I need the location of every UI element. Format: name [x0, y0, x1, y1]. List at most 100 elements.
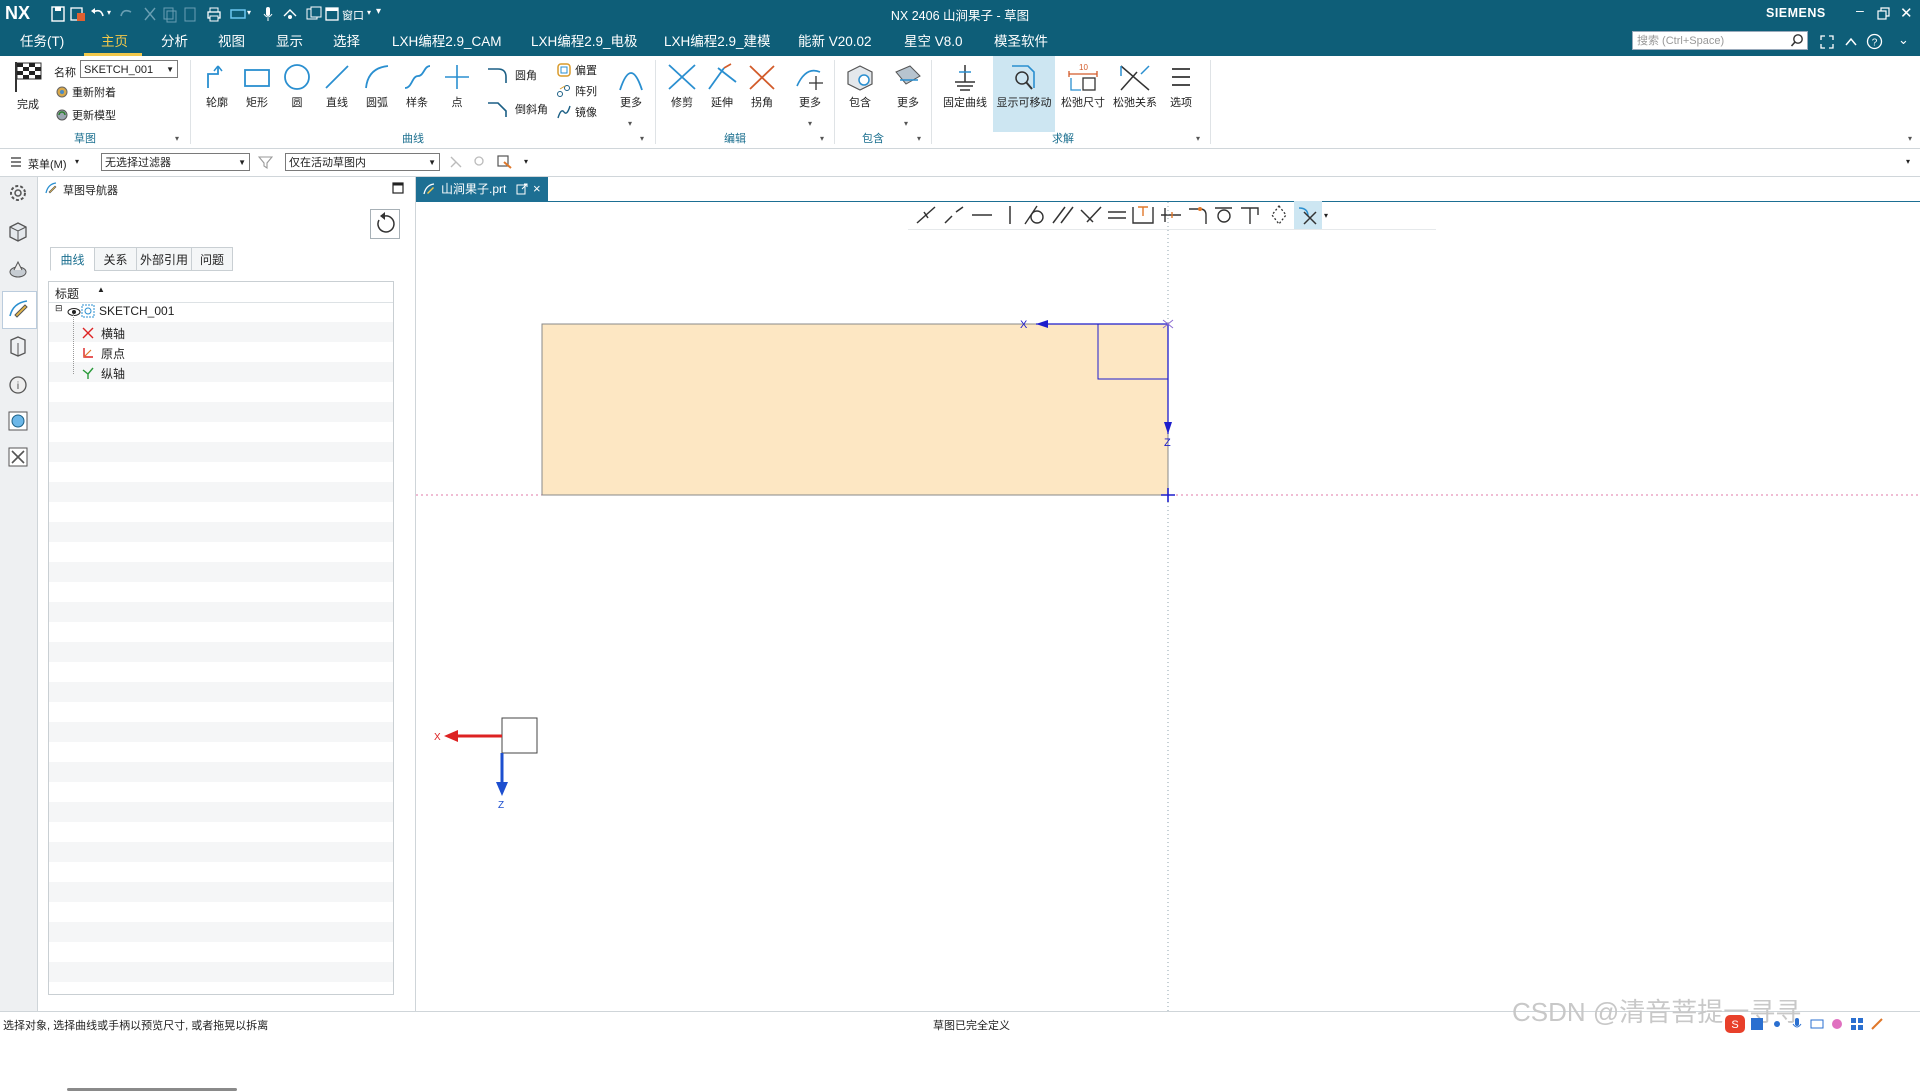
sketch-group-expand-icon[interactable]: ▾: [175, 134, 179, 143]
tab-relations[interactable]: 关系: [94, 247, 137, 271]
sketch-name-select[interactable]: SKETCH_001 ▼: [80, 60, 178, 78]
include-group-expand-icon[interactable]: ▾: [917, 134, 921, 143]
constraint-navigator-icon[interactable]: [6, 334, 30, 358]
tab-mosheng[interactable]: 模圣软件: [994, 28, 1048, 56]
offset-button[interactable]: 偏置: [556, 62, 597, 78]
ime-settings-icon[interactable]: [1870, 1017, 1884, 1031]
punctuation-icon[interactable]: [1770, 1017, 1784, 1031]
menu-button[interactable]: 菜单(M): [28, 156, 67, 172]
tab-lxh-modeling[interactable]: LXH编程2.9_建模: [664, 28, 771, 56]
help-icon[interactable]: ?: [1866, 33, 1883, 50]
tab-problems[interactable]: 问题: [191, 247, 233, 271]
fullscreen-icon[interactable]: [1819, 34, 1835, 50]
maximize-panel-icon[interactable]: [392, 182, 404, 194]
refresh-button[interactable]: [370, 209, 400, 239]
tab-view[interactable]: 视图: [218, 28, 245, 56]
curve-more-dropdown-icon[interactable]: ▾: [628, 119, 632, 128]
spline-button[interactable]: 样条: [400, 62, 434, 110]
fix-curve-button[interactable]: 固定曲线: [940, 62, 990, 110]
skin-icon[interactable]: [1830, 1017, 1844, 1031]
deselect-icon[interactable]: [472, 154, 488, 170]
solve-group-expand-icon[interactable]: ▾: [1196, 134, 1200, 143]
line-button[interactable]: 直线: [320, 62, 354, 110]
chinese-mode-icon[interactable]: [1750, 1017, 1764, 1031]
close-tab-icon[interactable]: ×: [533, 177, 541, 201]
tab-external-refs[interactable]: 外部引用: [136, 247, 192, 271]
part-navigator-icon[interactable]: [6, 219, 30, 243]
sketch-navigator-rail-button[interactable]: [2, 291, 37, 329]
options-button[interactable]: 选项: [1164, 62, 1198, 110]
profile-button[interactable]: 轮廓: [200, 62, 234, 110]
toolbox-icon[interactable]: [1850, 1017, 1864, 1031]
edit-more-dropdown-icon[interactable]: ▾: [808, 119, 812, 128]
sogou-ime-icon[interactable]: S: [1724, 1014, 1746, 1034]
reattach-button[interactable]: 重新附着: [55, 84, 116, 100]
view-triad-cube[interactable]: [501, 717, 538, 754]
relax-relation-button[interactable]: 松弛关系: [1110, 62, 1160, 110]
tab-nengxin[interactable]: 能新 V20.02: [798, 28, 872, 56]
menu-dropdown-icon[interactable]: ▾: [75, 157, 79, 166]
snap-point-icon[interactable]: [496, 154, 514, 170]
tree-item-x-axis[interactable]: 横轴: [101, 325, 125, 342]
edit-more-button[interactable]: 更多: [792, 62, 828, 110]
restore-button[interactable]: [1876, 6, 1892, 22]
tab-task[interactable]: 任务(T): [20, 28, 64, 56]
trim-button[interactable]: 修剪: [664, 62, 700, 110]
voice-input-icon[interactable]: [1790, 1017, 1804, 1031]
tab-display[interactable]: 显示: [276, 28, 303, 56]
ribbon-options-icon[interactable]: ▾: [1908, 134, 1912, 143]
search-input[interactable]: 搜索 (Ctrl+Space): [1632, 31, 1808, 50]
include-button[interactable]: 包含: [842, 62, 878, 110]
extend-button[interactable]: 延伸: [704, 62, 740, 110]
close-button[interactable]: ✕: [1900, 4, 1913, 22]
select-all-icon[interactable]: [448, 154, 464, 170]
search-icon[interactable]: [1790, 33, 1805, 48]
tab-curves[interactable]: 曲线: [50, 247, 95, 271]
include-more-button[interactable]: 更多: [890, 62, 926, 110]
relax-dimension-button[interactable]: 10 松弛尺寸: [1058, 62, 1108, 110]
tab-lxh-electrode[interactable]: LXH编程2.9_电极: [531, 28, 638, 56]
edit-group-expand-icon[interactable]: ▾: [820, 134, 824, 143]
menu-hamburger-icon[interactable]: [10, 156, 22, 168]
assembly-navigator-icon[interactable]: [6, 257, 30, 281]
minimize-button[interactable]: –: [1856, 2, 1864, 18]
snap-dropdown-icon[interactable]: ▾: [524, 157, 528, 166]
sort-ascending-icon[interactable]: ▲: [97, 285, 105, 294]
rectangle-region[interactable]: [541, 323, 1169, 496]
document-tab[interactable]: 山涧果子.prt ×: [416, 177, 548, 201]
filterbar-options-icon[interactable]: ▾: [1906, 157, 1910, 166]
web-browser-icon[interactable]: [6, 409, 30, 433]
collapse-ribbon-icon[interactable]: [1843, 34, 1859, 50]
pattern-button[interactable]: 阵列: [556, 83, 597, 99]
tree-item-origin[interactable]: 原点: [101, 345, 125, 362]
chamfer-button[interactable]: 倒斜角: [486, 100, 548, 118]
type-filter-select[interactable]: 无选择过滤器 ▼: [101, 153, 250, 171]
settings-gear-icon[interactable]: [6, 181, 30, 205]
title-column-header[interactable]: 标题: [55, 285, 79, 302]
keyboard-icon[interactable]: [1810, 1017, 1824, 1031]
history-navigator-icon[interactable]: i: [6, 373, 30, 397]
tab-analysis[interactable]: 分析: [161, 28, 188, 56]
tab-select[interactable]: 选择: [333, 28, 360, 56]
undock-icon[interactable]: [516, 183, 528, 195]
rectangle-button[interactable]: 矩形: [240, 62, 274, 110]
ribbon-more-icon[interactable]: ⌄: [1898, 32, 1909, 48]
tab-xingkong[interactable]: 星空 V8.0: [904, 28, 963, 56]
tree-item-y-axis[interactable]: 纵轴: [101, 365, 125, 382]
tab-lxh-cam[interactable]: LXH编程2.9_CAM: [392, 28, 502, 56]
tab-home[interactable]: 主页: [101, 28, 128, 56]
tools-icon[interactable]: [6, 445, 30, 469]
curve-more-button[interactable]: 更多: [614, 62, 648, 110]
update-model-button[interactable]: 更新模型: [55, 107, 116, 123]
scope-filter-select[interactable]: 仅在活动草图内 ▼: [285, 153, 440, 171]
include-more-dropdown-icon[interactable]: ▾: [904, 119, 908, 128]
circle-button[interactable]: 圆: [280, 62, 314, 110]
filter-funnel-icon[interactable]: [258, 155, 273, 170]
tree-item-sketch[interactable]: SKETCH_001: [99, 304, 174, 318]
arc-button[interactable]: 圆弧: [360, 62, 394, 110]
sketch-canvas[interactable]: X Z X Z: [416, 202, 1920, 1011]
mirror-button[interactable]: 镜像: [556, 104, 597, 120]
point-button[interactable]: 点: [440, 62, 474, 110]
curve-group-expand-icon[interactable]: ▾: [640, 134, 644, 143]
collapse-node-icon[interactable]: ⊟: [55, 303, 63, 314]
